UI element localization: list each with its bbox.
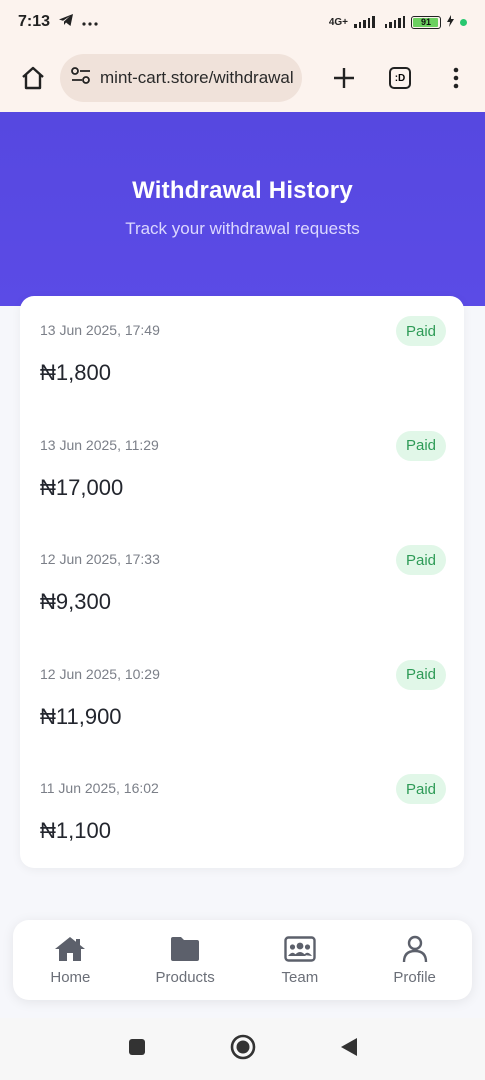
status-bar: 7:13 4G+ 91	[0, 0, 485, 44]
more-vertical-icon	[453, 67, 459, 89]
team-icon	[284, 935, 316, 963]
address-bar[interactable]: mint-cart.store/withdrawal	[60, 54, 302, 102]
nav-item-products[interactable]: Products	[128, 920, 243, 1000]
circle-icon	[230, 1034, 255, 1059]
withdrawal-item: 12 Jun 2025, 17:33 ₦9,300 Paid	[20, 525, 464, 640]
new-tab-button[interactable]	[327, 61, 361, 95]
withdrawal-date: 12 Jun 2025, 17:33	[40, 551, 160, 568]
more-notifications-icon	[82, 13, 98, 31]
bottom-nav: Home Products Team Profile	[13, 920, 472, 1000]
system-home-button[interactable]	[230, 1034, 256, 1065]
withdrawal-list: 13 Jun 2025, 17:49 ₦1,800 Paid 13 Jun 20…	[20, 296, 464, 868]
withdrawal-date: 13 Jun 2025, 17:49	[40, 322, 160, 338]
withdrawal-amount: ₦17,000	[40, 474, 124, 500]
page-header: Withdrawal History Track your withdrawal…	[0, 112, 485, 306]
withdrawal-date: 11 Jun 2025, 16:02	[40, 780, 159, 797]
home-icon	[54, 935, 86, 963]
recent-apps-button[interactable]	[128, 1038, 146, 1061]
browser-home-icon	[22, 66, 44, 90]
withdrawal-date: 12 Jun 2025, 10:29	[40, 665, 160, 682]
battery-icon: 91	[411, 15, 441, 29]
page-title: Withdrawal History	[132, 177, 353, 204]
status-badge: Paid	[395, 774, 446, 805]
signal-icon-2	[384, 16, 405, 28]
withdrawal-date: 13 Jun 2025, 11:29	[40, 436, 159, 453]
withdrawal-item: 12 Jun 2025, 10:29 ₦11,900 Paid	[20, 640, 464, 755]
withdrawal-amount: ₦1,100	[40, 818, 111, 844]
page-subtitle: Track your withdrawal requests	[125, 219, 360, 238]
back-button[interactable]	[340, 1037, 358, 1062]
nav-label-team: Team	[281, 968, 319, 986]
url-text: mint-cart.store/withdrawal	[100, 68, 294, 87]
telegram-icon	[58, 13, 74, 32]
nav-item-team[interactable]: Team	[243, 920, 358, 1000]
profile-icon	[399, 935, 431, 963]
status-badge: Paid	[395, 659, 446, 690]
withdrawal-item: 13 Jun 2025, 11:29 ₦17,000 Paid	[20, 411, 464, 526]
browser-toolbar: mint-cart.store/withdrawal :D	[0, 44, 485, 112]
nav-label-products: Products	[155, 968, 215, 986]
site-settings-icon[interactable]	[70, 66, 92, 90]
nav-label-profile: Profile	[393, 968, 436, 986]
tab-switcher-label: :D	[389, 67, 411, 89]
withdrawal-item: 11 Jun 2025, 16:02 ₦1,100 Paid	[20, 754, 464, 869]
withdrawal-amount: ₦1,800	[40, 360, 111, 385]
network-type: 4G+	[328, 16, 348, 28]
charging-icon	[447, 14, 454, 30]
tab-switcher-button[interactable]: :D	[383, 61, 417, 95]
nav-label-home: Home	[50, 968, 91, 986]
nav-item-home[interactable]: Home	[13, 920, 128, 1000]
withdrawal-amount: ₦9,300	[40, 589, 111, 615]
signal-icon	[354, 16, 375, 28]
status-badge: Paid	[395, 316, 446, 346]
status-badge: Paid	[395, 545, 446, 576]
browser-menu-button[interactable]	[439, 61, 473, 95]
privacy-dot-icon	[460, 18, 467, 26]
nav-item-profile[interactable]: Profile	[357, 920, 472, 1000]
status-time: 7:13	[18, 13, 51, 30]
battery-level: 91	[420, 17, 431, 27]
folder-icon	[169, 935, 201, 963]
withdrawal-amount: ₦11,900	[40, 703, 122, 729]
plus-icon	[334, 68, 354, 88]
withdrawal-item: 13 Jun 2025, 17:49 ₦1,800 Paid	[20, 296, 464, 411]
status-badge: Paid	[395, 430, 446, 461]
home-button[interactable]	[16, 61, 50, 95]
system-nav-bar	[0, 1018, 485, 1080]
back-triangle-icon	[340, 1037, 357, 1056]
square-icon	[128, 1038, 145, 1055]
